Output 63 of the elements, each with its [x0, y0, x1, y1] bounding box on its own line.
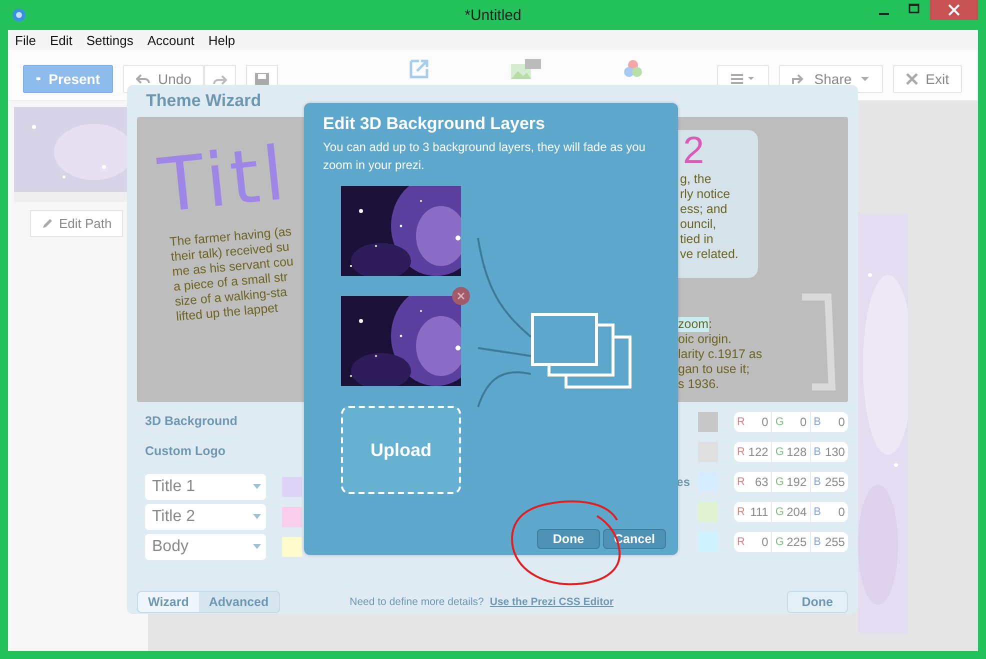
rgb-field[interactable]: R 0 G 225 B 255 [734, 532, 848, 552]
menu-item[interactable]: Edit [50, 32, 72, 48]
slide-text: tied in [680, 232, 714, 247]
color-swatch[interactable] [698, 502, 718, 522]
upload-button[interactable]: Upload [341, 406, 461, 494]
rgb-field[interactable]: R 63 G 192 B 255 [734, 472, 848, 492]
slide-text: s 1936. [678, 376, 720, 392]
undo-icon [136, 73, 150, 85]
rgb-field[interactable]: R 122 G 128 B 130 [734, 442, 848, 462]
menu-item[interactable]: Settings [86, 32, 134, 48]
dialog-title: Theme Wizard [146, 91, 262, 112]
rgb-field[interactable]: R 0 G 0 B 0 [734, 412, 848, 432]
caret-icon [253, 484, 261, 490]
menu-icon[interactable] [730, 73, 756, 85]
slide-text: : [708, 316, 712, 332]
caret-icon [253, 514, 261, 520]
slide-title: 2 [683, 130, 706, 172]
font-dropdown[interactable]: Body [145, 534, 266, 560]
app-icon [12, 8, 26, 22]
setting-label: Custom Logo [145, 442, 227, 460]
color-swatch[interactable] [282, 506, 302, 527]
caret-icon[interactable] [860, 76, 870, 82]
image-icon[interactable] [510, 58, 542, 80]
rgb-field[interactable]: R 111 G 204 B 0 [734, 502, 848, 522]
edit-path-button[interactable]: Edit Path [30, 210, 123, 237]
color-swatch[interactable] [698, 412, 718, 432]
menu-item[interactable]: Account [147, 32, 194, 48]
slide-text: gan to use it; [678, 362, 751, 377]
dialog-description: You can add up to 3 background layers, they will fade as you zoom in your prezi. [323, 139, 646, 174]
exit-button[interactable]: Exit [892, 65, 962, 93]
close-icon[interactable] [930, 0, 978, 20]
slide-text: oic origin. [678, 332, 732, 347]
caret-icon [253, 544, 261, 550]
slide-text: ve related. [680, 246, 740, 262]
layers-icon [531, 313, 632, 389]
slide-text: ouncil, [680, 216, 718, 232]
color-circles-icon[interactable] [622, 58, 644, 80]
slide-text: rly notice [680, 186, 732, 202]
redo-icon[interactable] [213, 74, 228, 86]
hint-text: Need to define more details? [350, 596, 484, 608]
setting-label: 3D Background [145, 412, 238, 430]
slide-text: ess; and [680, 202, 728, 217]
css-editor-link[interactable]: Use the Prezi CSS Editor [490, 596, 614, 608]
font-dropdown[interactable]: Title 1 [145, 474, 266, 500]
close-icon [906, 73, 918, 85]
slide-text: g, the [680, 172, 712, 187]
done-button[interactable]: Done [786, 591, 848, 614]
menu-item[interactable]: File [15, 32, 36, 48]
mode-tab[interactable]: Advanced [198, 592, 279, 612]
pencil-icon [41, 218, 53, 230]
insert-icon[interactable] [408, 58, 430, 80]
color-swatch[interactable] [282, 476, 302, 497]
remove-icon[interactable] [452, 287, 470, 305]
highlighted-text: zoom [678, 316, 709, 332]
slide-text: larity c.1917 as [678, 346, 762, 362]
menu-item[interactable]: Help [208, 32, 236, 48]
mode-tab[interactable]: Wizard [138, 592, 199, 612]
window-title: *Untitled [464, 6, 522, 24]
dialog-title: Edit 3D Background Layers [323, 114, 546, 134]
font-dropdown[interactable]: Title 2 [145, 504, 266, 530]
present-button[interactable]: Present [23, 65, 113, 93]
done-button[interactable]: Done [537, 529, 600, 549]
color-swatch[interactable] [282, 536, 302, 557]
